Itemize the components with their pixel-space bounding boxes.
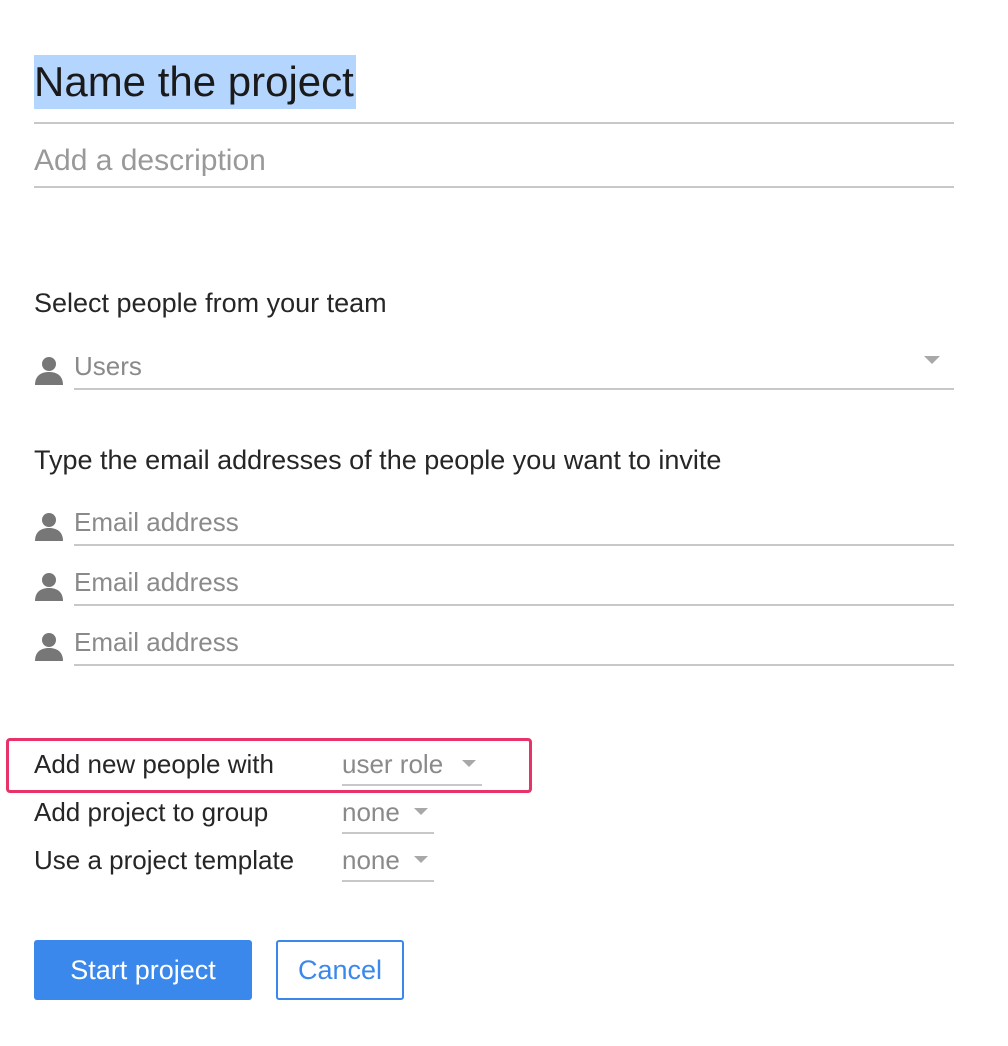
role-select[interactable]: user role — [342, 746, 482, 786]
description-input[interactable]: Add a description — [34, 138, 954, 188]
start-project-button[interactable]: Start project — [34, 940, 252, 1000]
team-heading: Select people from your team — [34, 288, 387, 318]
email-placeholder: Email address — [74, 627, 239, 657]
chevron-down-icon — [414, 808, 428, 815]
template-select[interactable]: none — [342, 842, 434, 882]
chevron-down-icon — [462, 760, 476, 767]
group-select[interactable]: none — [342, 794, 434, 834]
description-placeholder: Add a description — [34, 144, 266, 177]
person-icon — [34, 631, 64, 661]
template-value: none — [342, 845, 400, 875]
email-field[interactable]: Email address — [74, 624, 954, 666]
chevron-down-icon — [924, 356, 940, 364]
person-icon — [34, 355, 64, 385]
cancel-button[interactable]: Cancel — [276, 940, 404, 1000]
email-field[interactable]: Email address — [74, 564, 954, 606]
person-icon — [34, 571, 64, 601]
role-value: user role — [342, 749, 444, 779]
chevron-down-icon — [414, 856, 428, 863]
template-label: Use a project template — [34, 845, 295, 875]
group-label: Add project to group — [34, 797, 269, 827]
project-title-value: Name the project — [34, 55, 356, 109]
email-placeholder: Email address — [74, 507, 239, 537]
invite-heading: Type the email addresses of the people y… — [34, 445, 722, 475]
project-title-input[interactable]: Name the project — [34, 52, 954, 124]
users-placeholder: Users — [74, 351, 142, 381]
email-field[interactable]: Email address — [74, 504, 954, 546]
users-select[interactable]: Users — [74, 348, 954, 390]
email-placeholder: Email address — [74, 567, 239, 597]
group-value: none — [342, 797, 400, 827]
role-label: Add new people with — [34, 749, 274, 779]
person-icon — [34, 511, 64, 541]
